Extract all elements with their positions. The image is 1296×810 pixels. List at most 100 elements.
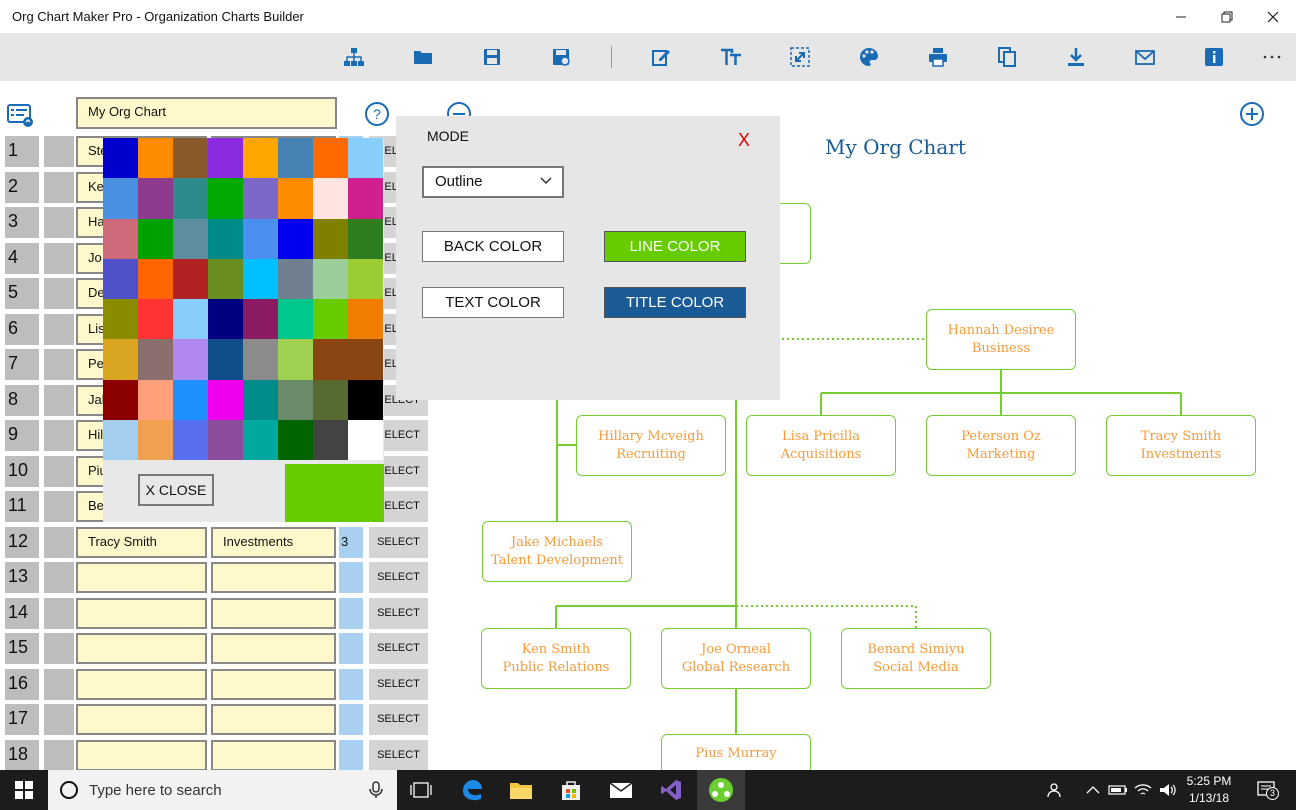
color-swatch[interactable] <box>348 299 383 340</box>
color-swatch[interactable] <box>348 218 383 259</box>
color-swatch[interactable] <box>138 420 173 461</box>
color-swatch[interactable] <box>103 379 138 421</box>
color-swatch[interactable] <box>138 218 173 259</box>
color-swatch[interactable] <box>208 339 243 380</box>
color-swatch[interactable] <box>138 178 173 219</box>
color-swatch[interactable] <box>313 138 348 179</box>
color-swatch[interactable] <box>173 299 208 340</box>
color-swatch[interactable] <box>313 178 348 219</box>
mail-app-icon[interactable] <box>597 770 645 810</box>
color-swatch[interactable] <box>348 420 383 461</box>
color-swatch[interactable] <box>313 258 348 300</box>
chevron-up-icon[interactable] <box>1083 780 1103 800</box>
palette-close-button[interactable]: X CLOSE <box>138 474 214 506</box>
mode-dialog-close-button[interactable]: X <box>738 130 750 151</box>
back-color-button[interactable]: BACK COLOR <box>422 231 564 262</box>
microphone-icon[interactable] <box>369 781 383 799</box>
task-view-icon[interactable] <box>397 770 445 810</box>
color-swatch[interactable] <box>243 218 278 259</box>
org-chart-app-icon[interactable] <box>697 770 745 810</box>
color-swatch[interactable] <box>243 258 278 300</box>
color-swatch[interactable] <box>313 339 348 380</box>
color-swatch[interactable] <box>173 339 208 380</box>
title-color-button[interactable]: TITLE COLOR <box>604 287 746 318</box>
taskbar-search[interactable]: Type here to search <box>48 770 397 810</box>
color-swatch[interactable] <box>138 379 173 421</box>
color-swatch[interactable] <box>243 420 278 461</box>
color-swatch[interactable] <box>208 299 243 340</box>
chart-node[interactable]: Joe Orneal Global Research <box>661 628 811 689</box>
color-swatch[interactable] <box>208 258 243 300</box>
color-swatch[interactable] <box>103 420 138 461</box>
color-swatch[interactable] <box>243 138 278 179</box>
battery-icon[interactable] <box>1108 780 1128 800</box>
color-swatch[interactable] <box>348 379 383 421</box>
color-swatch[interactable] <box>103 138 138 179</box>
text-color-button[interactable]: TEXT COLOR <box>422 287 564 318</box>
people-icon[interactable] <box>1046 780 1066 800</box>
visual-studio-icon[interactable] <box>647 770 695 810</box>
color-swatch[interactable] <box>208 420 243 461</box>
chart-node[interactable]: Lisa Pricilla Acquisitions <box>746 415 896 476</box>
line-color-button[interactable]: LINE COLOR <box>604 231 746 262</box>
store-icon[interactable] <box>547 770 595 810</box>
system-clock[interactable]: 5:25 PM 1/13/18 <box>1180 773 1238 807</box>
color-swatch[interactable] <box>138 339 173 380</box>
color-swatch[interactable] <box>278 218 313 259</box>
color-swatch[interactable] <box>278 178 313 219</box>
chart-node[interactable]: Tracy Smith Investments <box>1106 415 1256 476</box>
color-swatch[interactable] <box>208 138 243 179</box>
color-swatch[interactable] <box>278 138 313 179</box>
notification-icon[interactable]: 3 <box>1254 780 1280 800</box>
color-swatch[interactable] <box>173 138 208 179</box>
color-swatch[interactable] <box>103 258 138 300</box>
color-swatch[interactable] <box>243 339 278 380</box>
color-swatch[interactable] <box>173 420 208 461</box>
color-swatch[interactable] <box>173 178 208 219</box>
color-swatch[interactable] <box>313 420 348 461</box>
chart-node[interactable]: Jake Michaels Talent Development <box>482 521 632 582</box>
chart-node[interactable]: Pius Murray <box>661 734 811 770</box>
notification-count: 3 <box>1266 787 1279 800</box>
wifi-icon[interactable] <box>1133 780 1153 800</box>
color-swatch[interactable] <box>208 178 243 219</box>
color-swatch[interactable] <box>313 299 348 340</box>
color-swatch[interactable] <box>278 258 313 300</box>
color-swatch[interactable] <box>313 218 348 259</box>
color-swatch[interactable] <box>103 299 138 340</box>
color-swatch[interactable] <box>208 218 243 259</box>
start-button[interactable] <box>0 770 48 810</box>
color-swatch[interactable] <box>243 178 278 219</box>
color-swatch[interactable] <box>103 339 138 380</box>
color-swatch[interactable] <box>278 339 313 380</box>
color-swatch[interactable] <box>173 258 208 300</box>
color-swatch[interactable] <box>348 258 383 300</box>
color-swatch[interactable] <box>278 299 313 340</box>
color-swatch[interactable] <box>348 339 383 380</box>
color-swatch[interactable] <box>348 178 383 219</box>
color-swatch[interactable] <box>103 178 138 219</box>
color-swatch[interactable] <box>278 379 313 421</box>
chart-node[interactable]: Hillary Mcveigh Recruiting <box>576 415 726 476</box>
volume-icon[interactable] <box>1158 780 1178 800</box>
color-swatch[interactable] <box>243 379 278 421</box>
color-swatch[interactable] <box>313 379 348 421</box>
chart-node[interactable]: Peterson Oz Marketing <box>926 415 1076 476</box>
color-swatch[interactable] <box>103 218 138 259</box>
mode-dropdown[interactable]: Outline <box>422 166 564 198</box>
color-swatch[interactable] <box>348 138 383 179</box>
node-name: Peterson Oz <box>961 428 1041 444</box>
color-swatch[interactable] <box>138 299 173 340</box>
color-swatch[interactable] <box>173 379 208 421</box>
file-explorer-icon[interactable] <box>497 770 545 810</box>
edge-browser-icon[interactable] <box>448 770 496 810</box>
color-swatch[interactable] <box>208 379 243 421</box>
chart-node[interactable]: Hannah Desiree Business <box>926 309 1076 370</box>
color-swatch[interactable] <box>138 258 173 300</box>
chart-node[interactable]: Ken Smith Public Relations <box>481 628 631 689</box>
color-swatch[interactable] <box>173 218 208 259</box>
chart-node[interactable]: Benard Simiyu Social Media <box>841 628 991 689</box>
color-swatch[interactable] <box>278 420 313 461</box>
color-swatch[interactable] <box>138 138 173 179</box>
color-swatch[interactable] <box>243 299 278 340</box>
